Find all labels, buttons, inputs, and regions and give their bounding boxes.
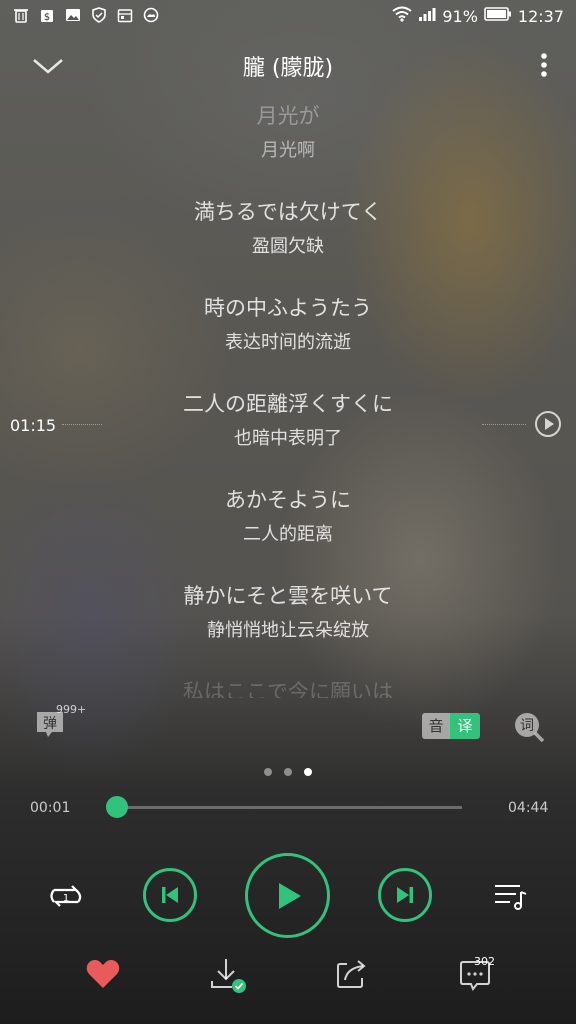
page-dot xyxy=(264,768,272,776)
battery-icon xyxy=(484,6,512,26)
page-dot xyxy=(284,768,292,776)
seek-time: 01:15 xyxy=(10,416,57,435)
share-button[interactable] xyxy=(332,955,370,993)
lyric-line-current: 二人の距離浮くすくに 也暗中表明了 xyxy=(0,384,576,480)
favorite-button[interactable] xyxy=(84,955,122,993)
lyric-translation: 也暗中表明了 xyxy=(234,428,342,449)
skip-previous-icon xyxy=(162,887,178,903)
lyric-original: 二人の距離浮くすくに xyxy=(183,392,393,416)
playlist-button[interactable] xyxy=(492,878,530,914)
repeat-one-icon: 1 xyxy=(50,885,82,907)
lyric-translation: 静悄悄地让云朵绽放 xyxy=(207,620,369,641)
weather-icon xyxy=(142,6,160,24)
lyric-translation: 表达时间的流逝 xyxy=(225,332,351,353)
svg-text:词: 词 xyxy=(520,718,534,734)
trash-icon xyxy=(12,6,30,24)
play-circle-icon xyxy=(535,411,561,437)
lyric-original: 満ちるでは欠けてく xyxy=(193,200,383,224)
wifi-icon xyxy=(392,6,412,26)
more-options-button[interactable] xyxy=(534,50,554,82)
status-icons-right: 91% 12:37 xyxy=(392,6,564,26)
lyric-line: あかそように 二人的距离 xyxy=(0,480,576,576)
signal-icon xyxy=(418,6,436,26)
clock-time: 12:37 xyxy=(517,6,564,26)
page-dot-active xyxy=(304,768,312,776)
comment-count: 302 xyxy=(474,955,495,968)
heart-icon xyxy=(86,960,120,988)
lyrics-panel[interactable]: 月光が 月光啊 満ちるでは欠けてく 盈圆欠缺 時の中ふようたう 表达时间的流逝 … xyxy=(0,96,576,698)
toggle-yi[interactable]: 译 xyxy=(450,713,480,739)
lyrics-search-button[interactable]: 词 xyxy=(512,710,546,744)
next-button[interactable] xyxy=(378,868,432,922)
play-button[interactable] xyxy=(245,853,330,938)
current-time: 00:01 xyxy=(30,800,71,816)
svg-text:1: 1 xyxy=(63,893,69,904)
skip-next-icon xyxy=(397,887,413,903)
progress-bar[interactable] xyxy=(115,806,462,809)
lyric-original: あかそように xyxy=(225,488,351,512)
more-vertical-icon xyxy=(541,53,547,77)
image-icon xyxy=(64,6,82,24)
lyric-line: 月光が 月光啊 xyxy=(0,96,576,192)
lyric-original: 時の中ふようたう xyxy=(204,296,372,320)
seek-play-button[interactable] xyxy=(534,410,562,438)
calendar-icon xyxy=(116,6,134,24)
lyrics-search-icon: 词 xyxy=(515,713,545,743)
total-time: 04:44 xyxy=(508,800,549,816)
toggle-yin[interactable]: 音 xyxy=(422,713,450,739)
lyric-line: 満ちるでは欠けてく 盈圆欠缺 xyxy=(0,192,576,288)
status-bar: $ 91% 12:37 xyxy=(0,0,576,34)
svg-text:$: $ xyxy=(44,12,50,23)
seek-guide-right xyxy=(482,424,526,425)
lyric-original: 静かにそと雲を咲いて xyxy=(183,584,393,608)
progress-knob[interactable] xyxy=(106,796,129,818)
loop-mode-button[interactable]: 1 xyxy=(46,876,86,916)
lyric-line-fading: 私はここで今に願いは xyxy=(183,680,393,698)
danmu-count: 999+ xyxy=(56,703,87,716)
svg-text:弹: 弹 xyxy=(43,716,57,732)
download-button[interactable] xyxy=(208,955,248,995)
battery-percent: 91% xyxy=(442,6,478,26)
download-icon xyxy=(211,959,246,993)
play-icon xyxy=(278,882,301,909)
lyric-translation: 二人的距离 xyxy=(243,524,333,545)
lyric-translation: 月光啊 xyxy=(261,140,315,161)
lyric-original: 月光が xyxy=(256,104,320,128)
lyric-translation: 盈圆欠缺 xyxy=(252,236,324,257)
playlist-icon xyxy=(495,885,527,910)
song-title: 朧 (朦胧) xyxy=(242,56,334,81)
status-icons-left: $ xyxy=(12,6,160,24)
lyric-line: 時の中ふようたう 表达时间的流逝 xyxy=(0,288,576,384)
shield-icon xyxy=(90,6,108,24)
page-indicator xyxy=(0,768,576,776)
share-icon xyxy=(337,960,366,988)
previous-button[interactable] xyxy=(143,868,197,922)
bag-icon: $ xyxy=(38,6,56,24)
seek-guide-left xyxy=(62,424,102,425)
lyric-line: 静かにそと雲を咲いて 静悄悄地让云朵绽放 xyxy=(0,576,576,672)
